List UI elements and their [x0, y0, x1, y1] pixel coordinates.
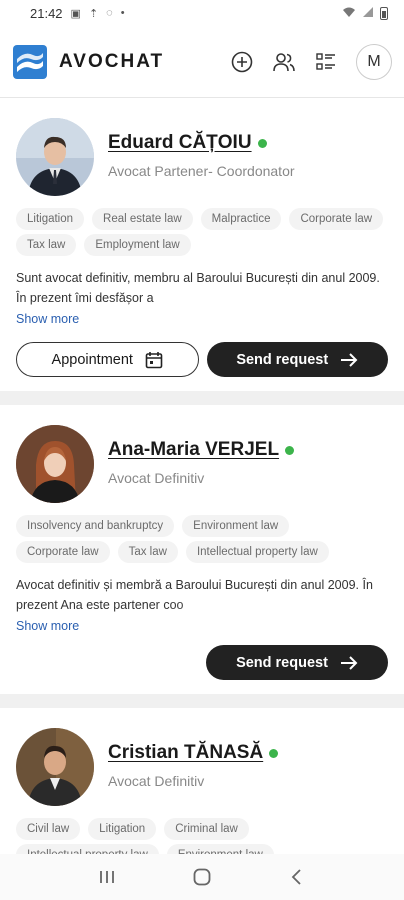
lawyer-name[interactable]: Cristian TĂNASĂ [108, 742, 263, 764]
lawyer-feed: Eduard CĂȚOIU Avocat Partener- Coordonat… [0, 98, 404, 854]
home-icon[interactable] [187, 862, 217, 892]
specialty-tags: Insolvency and bankruptcy Environment la… [16, 515, 388, 563]
specialty-tag: Corporate law [16, 541, 110, 563]
lawyer-card[interactable]: Cristian TĂNASĂ Avocat Definitiv Civil l… [0, 708, 404, 854]
lawyer-card[interactable]: Eduard CĂȚOIU Avocat Partener- Coordonat… [0, 98, 404, 391]
specialty-tag: Civil law [16, 818, 81, 840]
appointment-label: Appointment [51, 351, 133, 368]
specialty-tags: Litigation Real estate law Malpractice C… [16, 208, 388, 256]
dot-notification-icon: • [120, 7, 125, 19]
specialty-tag: Environment law [166, 844, 274, 854]
usb-notification-icon: ⇡ [88, 7, 99, 20]
online-status-dot [285, 445, 295, 455]
arrow-right-icon [341, 352, 358, 367]
specialty-tag: Insolvency and bankruptcy [16, 515, 175, 537]
system-nav-bar [0, 854, 404, 900]
send-request-button[interactable]: Send request [206, 342, 388, 377]
lawyer-role: Avocat Partener- Coordonator [108, 163, 295, 179]
lawyer-role: Avocat Definitiv [108, 470, 205, 486]
online-status-dot [269, 748, 279, 758]
lawyer-name[interactable]: Ana-Maria VERJEL [108, 439, 279, 461]
lawyer-photo [16, 728, 94, 806]
status-bar: 21:42 ▣ ⇡ ◌ • [0, 0, 404, 26]
app-bar: AVOCHAT M [0, 26, 404, 98]
show-more-link[interactable]: Show more [16, 619, 79, 633]
lawyer-bio: Avocat definitiv și membră a Baroului Bu… [16, 575, 388, 615]
show-more-link[interactable]: Show more [16, 312, 79, 326]
send-request-label: Send request [236, 654, 328, 671]
avochat-logo [13, 44, 47, 79]
specialty-tag: Litigation [16, 208, 85, 230]
lawyer-photo [16, 425, 94, 503]
lawyer-card[interactable]: Ana-Maria VERJEL Avocat Definitiv Insolv… [0, 405, 404, 694]
online-status-dot [257, 138, 267, 148]
specialty-tag: Litigation [88, 818, 157, 840]
recent-apps-icon[interactable] [92, 862, 122, 892]
specialty-tag: Intellectual property law [185, 541, 329, 563]
battery-icon [380, 6, 388, 20]
lawyer-bio: Sunt avocat definitiv, membru al Baroulu… [16, 268, 388, 308]
send-request-button[interactable]: Send request [206, 645, 388, 680]
lawyer-name[interactable]: Eduard CĂȚOIU [108, 132, 252, 154]
users-icon[interactable] [272, 50, 296, 74]
specialty-tag: Criminal law [164, 818, 249, 840]
back-icon[interactable] [282, 862, 312, 892]
lawyer-photo [16, 118, 94, 196]
appointment-button[interactable]: Appointment [16, 342, 199, 377]
specialty-tag: Tax law [16, 234, 77, 256]
send-request-label: Send request [236, 351, 329, 368]
add-circle-icon[interactable] [230, 50, 254, 74]
sync-notification-icon: ◌ [106, 7, 113, 19]
specialty-tag: Employment law [84, 234, 191, 256]
status-time: 21:42 [30, 5, 63, 21]
gallery-notification-icon: ▣ [70, 7, 81, 20]
specialty-tag: Environment law [182, 515, 290, 537]
lawyer-role: Avocat Definitiv [108, 773, 205, 789]
wifi-icon [342, 6, 356, 21]
specialty-tag: Tax law [117, 541, 178, 563]
specialty-tag: Malpractice [200, 208, 282, 230]
profile-avatar-button[interactable]: M [356, 43, 392, 80]
list-icon[interactable] [314, 50, 338, 74]
arrow-right-icon [340, 655, 358, 670]
calendar-icon [145, 351, 163, 368]
specialty-tag: Corporate law [289, 208, 384, 230]
specialty-tag: Real estate law [92, 208, 193, 230]
signal-icon [362, 6, 374, 21]
brand-name: AVOCHAT [59, 50, 165, 72]
specialty-tag: Intellectual property law [16, 844, 159, 854]
specialty-tags: Civil law Litigation Criminal law Intell… [16, 818, 388, 854]
